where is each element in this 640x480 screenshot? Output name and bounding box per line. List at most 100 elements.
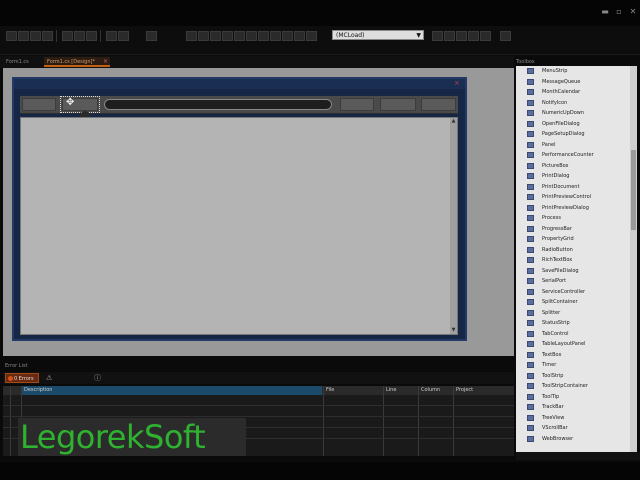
grid-line — [10, 386, 11, 456]
toolbox-item[interactable]: PerformanceCounter — [516, 150, 630, 161]
form-title-bar[interactable] — [14, 79, 465, 89]
toolbox-item-label: PageSetupDialog — [542, 131, 585, 137]
save-all-icon[interactable] — [42, 31, 53, 41]
toolbox-item[interactable]: Process — [516, 213, 630, 224]
redo-icon[interactable] — [118, 31, 129, 41]
warning-icon[interactable]: ⚠ — [46, 374, 52, 382]
new-project-icon[interactable] — [6, 31, 17, 41]
move-handle-icon[interactable]: ✥ — [66, 98, 74, 108]
align-top-icon[interactable] — [222, 31, 233, 41]
browser-vertical-scrollbar[interactable] — [450, 118, 457, 334]
toolbox-item[interactable]: VScrollBar — [516, 423, 630, 434]
scroll-down-icon[interactable]: ▼ — [450, 327, 457, 334]
toolbox-item[interactable]: Splitter — [516, 308, 630, 319]
find-icon[interactable] — [432, 31, 443, 41]
column-header-line[interactable]: Line — [386, 386, 396, 395]
info-icon[interactable]: ⓘ — [94, 373, 101, 383]
open-file-icon[interactable] — [18, 31, 29, 41]
control-icon — [527, 278, 534, 284]
toolbox-item[interactable]: TabControl — [516, 329, 630, 340]
toolbox-item[interactable]: ToolStripContainer — [516, 381, 630, 392]
toolbox-item[interactable]: NumericUpDown — [516, 108, 630, 119]
error-list-toolbar — [3, 372, 514, 384]
column-header-file[interactable]: File — [326, 386, 334, 395]
toolbox-item[interactable]: ToolTip — [516, 392, 630, 403]
errors-filter-button[interactable]: 0 Errors — [5, 373, 39, 383]
start-debug-icon[interactable] — [146, 31, 157, 41]
send-back-icon[interactable] — [306, 31, 317, 41]
save-icon[interactable] — [30, 31, 41, 41]
toolbox-item[interactable]: TrackBar — [516, 402, 630, 413]
toolbox-item[interactable]: ToolStrip — [516, 371, 630, 382]
align-right-icon[interactable] — [210, 31, 221, 41]
toolbox-item[interactable]: StatusStrip — [516, 318, 630, 329]
refresh-button[interactable] — [380, 98, 416, 111]
align-left-icon[interactable] — [186, 31, 197, 41]
bring-front-icon[interactable] — [294, 31, 305, 41]
start-page-icon[interactable] — [500, 31, 511, 41]
object-browser-icon[interactable] — [468, 31, 479, 41]
toolbox-item[interactable]: PrintPreviewControl — [516, 192, 630, 203]
solution-explorer-icon[interactable] — [444, 31, 455, 41]
toolbox-item[interactable]: PrintDocument — [516, 182, 630, 193]
align-bottom-icon[interactable] — [246, 31, 257, 41]
toolbox-item[interactable]: PrintDialog — [516, 171, 630, 182]
toolbox-item[interactable]: RichTextBox — [516, 255, 630, 266]
toolbox-item[interactable]: SplitContainer — [516, 297, 630, 308]
column-header-project[interactable]: Project — [456, 386, 473, 395]
toolbox-item-label: ToolTip — [542, 393, 560, 400]
close-window-icon[interactable]: ✕ — [628, 8, 638, 16]
back-button[interactable] — [22, 98, 56, 111]
align-middle-icon[interactable] — [234, 31, 245, 41]
toolbox-item[interactable]: PrintPreviewDialog — [516, 203, 630, 214]
toolbox-item[interactable]: WebBrowser — [516, 434, 630, 445]
toolbox-toggle-icon[interactable] — [480, 31, 491, 41]
toolbox-item[interactable]: PageSetupDialog — [516, 129, 630, 140]
web-browser-control[interactable] — [20, 117, 458, 335]
column-header-description[interactable]: Description — [24, 386, 52, 395]
toolbox-item[interactable]: Panel — [516, 140, 630, 151]
go-button[interactable] — [340, 98, 374, 111]
cut-icon[interactable] — [62, 31, 73, 41]
same-size-icon[interactable] — [282, 31, 293, 41]
toolbox-item-label: Splitter — [542, 309, 561, 316]
toolbox-item[interactable]: RadioButton — [516, 245, 630, 256]
column-header-column[interactable]: Column — [421, 386, 440, 395]
stop-button[interactable] — [421, 98, 456, 111]
properties-icon[interactable] — [456, 31, 467, 41]
toolbox-item[interactable]: OpenFileDialog — [516, 119, 630, 130]
chevron-down-icon: ▼ — [416, 32, 421, 39]
scroll-up-icon[interactable]: ▲ — [450, 118, 457, 125]
copy-icon[interactable] — [74, 31, 85, 41]
toolbox-item[interactable]: ServiceController — [516, 287, 630, 298]
same-height-icon[interactable] — [270, 31, 281, 41]
maximize-icon[interactable]: ▫ — [614, 8, 624, 16]
toolbox-item[interactable]: ProgressBar — [516, 224, 630, 235]
toolbox-scroll-thumb[interactable] — [631, 150, 636, 230]
config-combo[interactable]: (MCLoad) ▼ — [332, 30, 424, 40]
minimize-icon[interactable]: ▬ — [600, 8, 610, 16]
close-tab-icon[interactable]: × — [103, 57, 108, 67]
toolbox-item[interactable]: MenuStrip — [516, 66, 630, 77]
url-textbox[interactable] — [104, 99, 332, 110]
toolbox-item[interactable]: SerialPort — [516, 276, 630, 287]
toolbox-item[interactable]: SaveFileDialog — [516, 266, 630, 277]
toolbox-item[interactable]: MonthCalendar — [516, 87, 630, 98]
tab-form1-code[interactable]: Form1.cs — [3, 57, 41, 67]
paste-icon[interactable] — [86, 31, 97, 41]
toolbox-item[interactable]: PropertyGrid — [516, 234, 630, 245]
toolbox-item[interactable]: TableLayoutPanel — [516, 339, 630, 350]
toolbox-item[interactable]: MessageQueue — [516, 77, 630, 88]
toolbox-item[interactable]: TextBox — [516, 350, 630, 361]
toolbox-item[interactable]: PictureBox — [516, 161, 630, 172]
toolbox-scrollbar[interactable] — [630, 66, 637, 452]
undo-icon[interactable] — [106, 31, 117, 41]
toolbox-item[interactable]: Timer — [516, 360, 630, 371]
toolbox-item[interactable]: NotifyIcon — [516, 98, 630, 109]
toolbox-item[interactable]: TreeView — [516, 413, 630, 424]
tab-form1-design[interactable]: Form1.cs [Design]* × — [44, 57, 110, 67]
same-width-icon[interactable] — [258, 31, 269, 41]
control-icon — [527, 78, 534, 85]
toolbox-item-label: TextBox — [542, 351, 562, 358]
align-center-icon[interactable] — [198, 31, 209, 41]
